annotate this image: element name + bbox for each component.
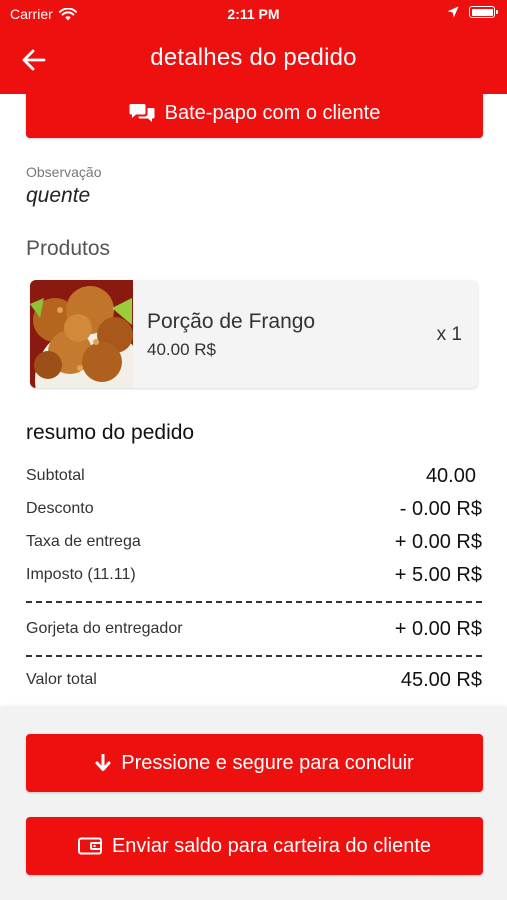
arrow-down-icon <box>95 754 111 771</box>
dashed-divider <box>26 601 482 603</box>
summary-value: - 0.00 R$ <box>399 498 482 520</box>
chat-bubbles-icon <box>129 104 155 122</box>
app-header: Carrier 2:11 PM detalhes do pedido <box>0 0 507 94</box>
summary-value: + 5.00 R$ <box>394 564 482 586</box>
status-indicators <box>447 6 498 18</box>
summary-row-subtotal: Subtotal 40.00 <box>26 465 482 491</box>
summary-row-total: Valor total 45.00 R$ <box>26 669 482 695</box>
order-summary-title: resumo do pedido <box>26 421 195 444</box>
summary-label: Gorjeta do entregador <box>26 620 183 637</box>
summary-label: Imposto (11.11) <box>26 566 136 583</box>
summary-row-tax: Imposto (11.11) + 5.00 R$ <box>26 564 482 590</box>
wallet-icon <box>77 837 102 855</box>
battery-icon <box>469 6 498 18</box>
status-time: 2:11 PM <box>227 6 280 22</box>
summary-label: Desconto <box>26 500 94 517</box>
status-bar: Carrier 2:11 PM <box>0 0 507 28</box>
send-to-wallet-button[interactable]: Enviar saldo para carteira do cliente <box>26 817 483 875</box>
wallet-button-label: Enviar saldo para carteira do cliente <box>111 834 432 857</box>
summary-label: Subtotal <box>26 467 85 484</box>
dashed-divider <box>26 655 482 657</box>
product-quantity: x 1 <box>436 324 462 345</box>
complete-order-button[interactable]: Pressione e segure para concluir <box>26 734 483 792</box>
observation-value: quente <box>26 184 91 207</box>
product-price: 40.00 R$ <box>147 340 216 359</box>
summary-value: 45.00 R$ <box>400 669 482 691</box>
products-section-title: Produtos <box>26 237 111 260</box>
product-name: Porção de Frango <box>147 310 316 333</box>
summary-value: + 0.00 R$ <box>394 618 482 640</box>
page-title: detalhes do pedido <box>150 44 357 71</box>
summary-label: Valor total <box>26 671 97 688</box>
summary-row-discount: Desconto - 0.00 R$ <box>26 498 482 524</box>
observation-label: Observação <box>26 164 102 180</box>
product-image <box>30 280 133 388</box>
summary-label: Taxa de entrega <box>26 533 141 550</box>
location-arrow-icon <box>447 6 459 18</box>
summary-value: + 0.00 R$ <box>394 531 482 553</box>
complete-button-label: Pressione e segure para concluir <box>121 751 414 774</box>
product-card[interactable]: Porção de Frango 40.00 R$ x 1 <box>30 280 478 388</box>
summary-row-delivery-fee: Taxa de entrega + 0.00 R$ <box>26 531 482 557</box>
chat-with-customer-button[interactable]: Bate-papo com o cliente <box>26 88 483 138</box>
summary-value: 40.00 <box>425 465 476 487</box>
nav-bar: detalhes do pedido <box>0 28 507 92</box>
summary-row-tip: Gorjeta do entregador + 0.00 R$ <box>26 618 482 644</box>
chat-button-label: Bate-papo com o cliente <box>164 101 381 124</box>
